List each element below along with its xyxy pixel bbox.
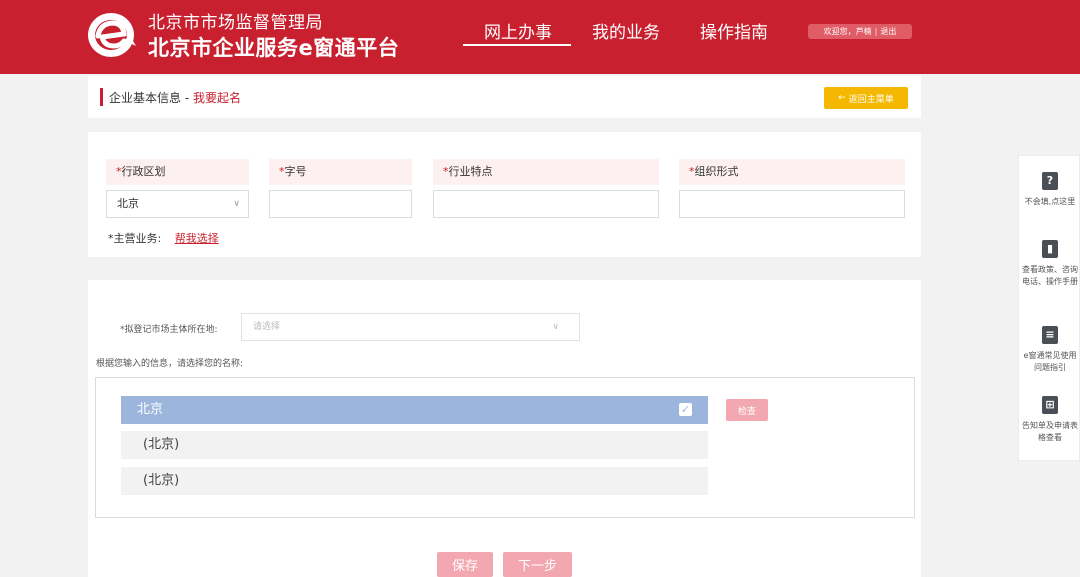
welcome-text: 欢迎您，芦楠 — [823, 27, 872, 36]
chevron-down-icon: ∨ — [233, 199, 240, 209]
arrow-left-icon: ← — [838, 93, 846, 103]
question-icon: ? — [1042, 172, 1058, 190]
help-side-panel: ? 不会填,点这里 ▮ 查看政策、咨询电话、操作手册 ≡ e窗通常见使用问题指引… — [1018, 155, 1080, 461]
nav-active-indicator — [463, 44, 571, 46]
e-logo-icon[interactable] — [86, 10, 138, 60]
name-option-text: (北京) — [143, 473, 180, 488]
back-button-label: 返回主菜单 — [848, 94, 894, 105]
name-hint: 根据您输入的信息，请选择您的名称: — [96, 359, 244, 369]
name-selection-section: *拟登记市场主体所在地: 请选择 ∨ 根据您输入的信息，请选择您的名称: 北京 … — [88, 280, 921, 577]
help-select-link[interactable]: 帮我选择 — [175, 232, 219, 245]
page-title-main: 企业基本信息 - — [109, 91, 193, 105]
name-option-1[interactable]: 北京 ✓ — [121, 396, 708, 424]
checkbox-checked-icon[interactable]: ✓ — [679, 403, 692, 416]
name-option-text: (北京) — [143, 437, 180, 452]
main-business-row: *主营业务: 帮我选择 — [108, 230, 219, 246]
name-option-2[interactable]: (北京) — [121, 431, 708, 459]
basic-info-form: *行政区划 北京 ∨ *字号 *行业特点 *组织形式 *主营业务: 帮我选择 — [88, 132, 921, 257]
nav-online-service[interactable]: 网上办事 — [484, 18, 552, 43]
nav-guide[interactable]: 操作指南 — [700, 18, 768, 43]
side-item-help[interactable]: ? 不会填,点这里 — [1019, 172, 1080, 208]
grid-icon: ⊞ — [1042, 396, 1058, 414]
name-list: 北京 ✓ (北京) (北京) 检查 — [95, 377, 915, 518]
location-select[interactable]: 请选择 ∨ — [241, 313, 580, 341]
industry-label: *行业特点 — [433, 159, 659, 185]
district-label: *行政区划 — [106, 159, 249, 185]
org-form-label: *组织形式 — [679, 159, 905, 185]
nav-my-business[interactable]: 我的业务 — [592, 18, 660, 43]
platform-name: 北京市企业服务e窗通平台 — [148, 36, 400, 60]
side-item-label: 告知单及申请表格查看 — [1022, 421, 1078, 442]
org-form-input[interactable] — [679, 190, 905, 218]
name-option-3[interactable]: (北京) — [121, 467, 708, 495]
location-placeholder: 请选择 — [253, 322, 281, 332]
district-value: 北京 — [117, 197, 139, 210]
list-icon: ≡ — [1042, 326, 1058, 344]
title-bar: 企业基本信息 - 我要起名 ← 返回主菜单 — [88, 76, 921, 118]
side-item-label: e窗通常见使用问题指引 — [1023, 351, 1077, 372]
side-item-policy[interactable]: ▮ 查看政策、咨询电话、操作手册 — [1019, 240, 1080, 288]
org-name: 北京市市场监督管理局 — [148, 13, 323, 33]
chevron-down-icon: ∨ — [552, 322, 559, 332]
trade-name-label: *字号 — [269, 159, 412, 185]
title-accent — [100, 88, 103, 106]
logout-link[interactable]: 退出 — [880, 26, 896, 37]
next-button[interactable]: 下一步 — [503, 552, 572, 577]
trade-name-input[interactable] — [269, 190, 412, 218]
user-status: 欢迎您，芦楠 | 退出 — [808, 24, 912, 39]
check-button[interactable]: 检查 — [726, 399, 768, 421]
side-item-label: 查看政策、咨询电话、操作手册 — [1022, 265, 1078, 286]
name-option-text: 北京 — [137, 402, 164, 417]
back-to-menu-button[interactable]: ← 返回主菜单 — [824, 87, 908, 109]
page-title-sub: 我要起名 — [192, 91, 241, 105]
book-icon: ▮ — [1042, 240, 1058, 258]
main-business-label: *主营业务: — [108, 232, 162, 245]
industry-input[interactable] — [433, 190, 659, 218]
header: 北京市市场监督管理局 北京市企业服务e窗通平台 网上办事 我的业务 操作指南 欢… — [0, 0, 1080, 74]
location-label: *拟登记市场主体所在地: — [120, 325, 218, 335]
side-item-forms[interactable]: ⊞ 告知单及申请表格查看 — [1019, 396, 1080, 444]
side-item-label: 不会填,点这里 — [1024, 197, 1076, 206]
district-select[interactable]: 北京 ∨ — [106, 190, 249, 218]
save-button[interactable]: 保存 — [437, 552, 493, 577]
separator: | — [874, 27, 878, 36]
page-title: 企业基本信息 - 我要起名 — [109, 89, 241, 106]
side-item-faq[interactable]: ≡ e窗通常见使用问题指引 — [1019, 326, 1080, 374]
